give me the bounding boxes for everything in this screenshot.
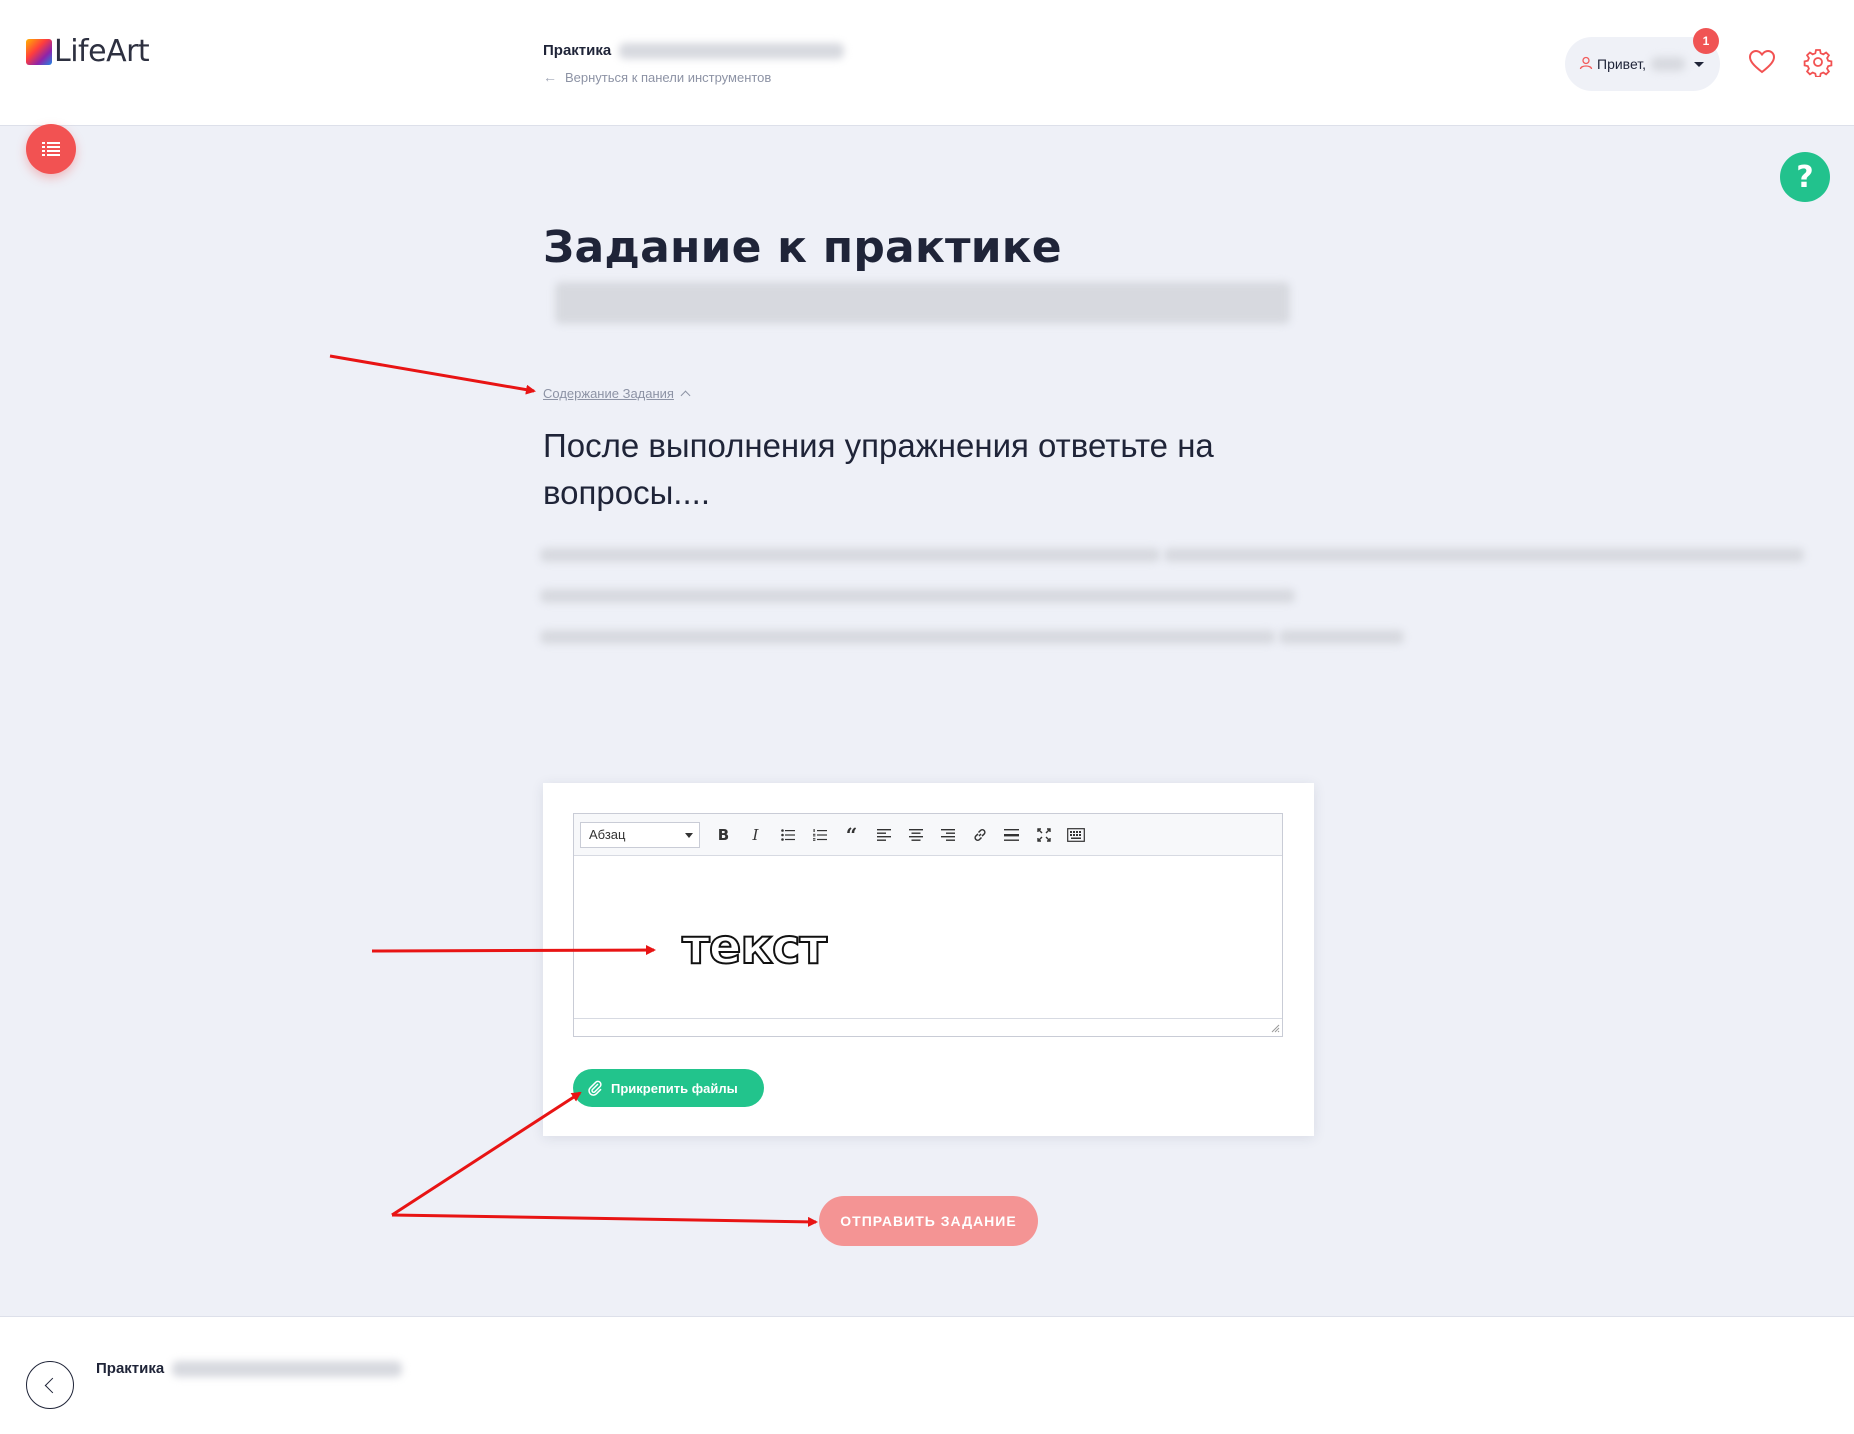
chevron-left-icon [44,1377,61,1393]
horizontal-rule-icon[interactable] [997,821,1026,849]
task-heading: После выполнения упражнения ответьте на … [543,427,1214,511]
format-select-value: Абзац [589,827,626,842]
previous-button[interactable] [26,1361,74,1409]
task-content-toggle[interactable]: Содержание Задания [543,386,691,401]
notification-badge[interactable]: 1 [1693,28,1719,54]
back-to-dashboard-label: Вернуться к панели инструментов [565,69,772,85]
back-to-dashboard-link[interactable]: ← Вернуться к панели инструментов [543,69,844,85]
align-right-icon[interactable] [933,821,962,849]
list-icon [42,142,60,156]
heart-icon[interactable] [1747,47,1777,77]
user-icon [1579,56,1593,73]
header-course-info: Практика ← Вернуться к панели инструмент… [543,42,845,85]
editor-content-area[interactable]: текст [574,856,1282,1018]
gear-icon[interactable] [1803,47,1833,78]
format-select[interactable]: Абзац [580,821,700,848]
bold-icon[interactable]: B [709,821,738,849]
page-title: Задание к практике [543,222,1062,273]
editor-statusbar [574,1018,1282,1035]
task-list-menu-button[interactable] [26,124,76,174]
greeting-label: Привет, [1597,56,1647,72]
question-mark-icon: ? [1796,159,1814,195]
header-practice-title: Практика [543,42,845,59]
logo-text: LifeArt [54,34,150,69]
annotation-arrow [329,354,536,395]
redacted-questions [540,548,1854,671]
bullet-list-icon[interactable] [773,821,802,849]
footer-practice-title: Практика [96,1360,403,1377]
redacted-user-name [1651,57,1686,71]
attach-files-label: Прикрепить файлы [611,1080,738,1096]
top-header: LifeArt Практика ← Вернуться к панели ин… [0,0,1854,126]
annotation-arrow [391,1213,818,1227]
attach-files-button[interactable]: Прикрепить файлы [573,1069,764,1107]
bottom-navigation: Практика [0,1316,1854,1434]
italic-icon[interactable]: I [741,821,770,849]
redacted-practice-name [172,1360,403,1377]
redacted-question-line [1164,548,1805,562]
submit-task-button[interactable]: ОТПРАВИТЬ ЗАДАНИЕ [819,1196,1038,1246]
keyboard-icon[interactable] [1061,821,1090,849]
redacted-question-line [540,548,1160,562]
resize-handle-icon[interactable] [1270,1023,1280,1033]
redacted-question-line [540,630,1275,644]
align-center-icon[interactable] [901,821,930,849]
align-left-icon[interactable] [869,821,898,849]
paperclip-icon [588,1080,602,1096]
task-content-toggle-label: Содержание Задания [543,386,674,401]
arrow-left-icon: ← [543,69,557,85]
footer-practice-label: Практика [96,1360,165,1377]
blockquote-icon[interactable]: “ [837,821,866,849]
logo-mark-icon [26,38,52,65]
chevron-up-icon [680,390,691,401]
chevron-down-icon [1694,62,1704,67]
rich-text-editor: Абзац B I “ текст [573,813,1283,1037]
answer-card: Абзац B I “ текст Прикрепить файлы [543,783,1314,1136]
help-button[interactable]: ? [1780,152,1830,202]
redacted-question-line [1279,630,1405,644]
redacted-practice-name [619,42,845,59]
link-icon[interactable] [965,821,994,849]
dropdown-arrow-icon [685,832,693,838]
logo[interactable]: LifeArt [26,34,150,69]
editor-toolbar: Абзац B I “ [574,814,1282,856]
header-practice-label: Практика [543,42,612,59]
editor-content-text: текст [681,919,828,975]
numbered-list-icon[interactable] [805,821,834,849]
redacted-practice-title [555,282,1290,324]
redacted-question-line [540,589,1295,603]
fullscreen-icon[interactable] [1029,821,1058,849]
